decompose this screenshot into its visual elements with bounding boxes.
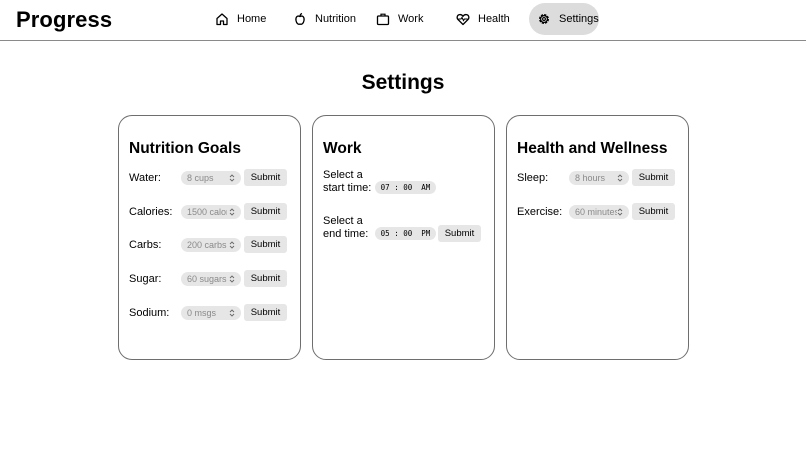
card-title-nutrition: Nutrition Goals [129, 140, 241, 157]
carbs-placeholder: 200 carbs [187, 240, 227, 250]
nav-item-work[interactable]: Work [368, 3, 431, 35]
calories-placeholder: 1500 calories [187, 207, 227, 217]
sugar-placeholder: 60 sugars [187, 274, 227, 284]
exercise-submit-button[interactable]: Submit [632, 203, 675, 220]
spinner-icon[interactable] [617, 172, 623, 184]
gear-icon [537, 12, 551, 26]
home-icon [215, 12, 229, 26]
work-card: Work Select a start time: 07 : 00 AM Sel… [312, 115, 495, 360]
spinner-icon[interactable] [229, 307, 235, 319]
calories-label: Calories: [129, 206, 173, 218]
nav-item-nutrition[interactable]: Nutrition [285, 3, 364, 35]
nav-label-settings: Settings [559, 13, 599, 25]
sleep-label: Sleep: [517, 172, 549, 184]
exercise-input[interactable]: 60 minutes [569, 205, 629, 219]
nav-label-work: Work [398, 13, 424, 25]
heart-pulse-icon [456, 12, 470, 26]
nav-label-health: Health [478, 13, 510, 25]
carbs-label: Carbs: [129, 239, 162, 251]
top-navbar: Progress Home Nutrition Work Health Sett… [0, 0, 806, 41]
calories-input[interactable]: 1500 calories [181, 205, 241, 219]
sugar-label: Sugar: [129, 273, 162, 285]
nav-label-home: Home [237, 13, 267, 25]
spinner-icon[interactable] [229, 239, 235, 251]
sugar-input[interactable]: 60 sugars [181, 272, 241, 286]
end-time-label: Select a end time: [323, 215, 368, 241]
nav-item-home[interactable]: Home [207, 3, 274, 35]
exercise-placeholder: 60 minutes [575, 207, 617, 217]
card-title-health: Health and Wellness [517, 140, 668, 157]
page-title: Settings [361, 71, 445, 94]
sugar-submit-button[interactable]: Submit [244, 270, 287, 287]
start-time-label-line2: start time: [323, 182, 372, 194]
nav-item-settings[interactable]: Settings [529, 3, 599, 35]
spinner-icon[interactable] [229, 206, 235, 218]
brand-logo-text: Progress [16, 7, 113, 32]
apple-icon [293, 12, 307, 26]
work-submit-button[interactable]: Submit [438, 225, 481, 242]
start-time-label-line1: Select a [323, 169, 363, 181]
sleep-placeholder: 8 hours [575, 173, 606, 183]
card-title-work: Work [323, 140, 362, 157]
water-label: Water: [129, 172, 161, 184]
spinner-icon[interactable] [229, 172, 235, 184]
calories-submit-button[interactable]: Submit [244, 203, 287, 220]
sleep-submit-button[interactable]: Submit [632, 169, 675, 186]
sodium-input[interactable]: 0 msgs [181, 306, 241, 320]
end-time-label-line1: Select a [323, 215, 363, 227]
water-submit-button[interactable]: Submit [244, 169, 287, 186]
sodium-label: Sodium: [129, 307, 170, 319]
spinner-icon[interactable] [229, 273, 235, 285]
carbs-input[interactable]: 200 carbs [181, 238, 241, 252]
end-time-label-line2: end time: [323, 228, 369, 240]
carbs-submit-button[interactable]: Submit [244, 236, 287, 253]
health-wellness-card: Health and Wellness Sleep: 8 hours Submi… [506, 115, 689, 360]
briefcase-icon [376, 12, 390, 26]
start-time-input[interactable]: 07 : 00 AM [375, 181, 436, 194]
spinner-icon[interactable] [617, 206, 623, 218]
end-time-input[interactable]: 05 : 00 PM [375, 227, 436, 240]
sodium-placeholder: 0 msgs [187, 308, 217, 318]
sodium-submit-button[interactable]: Submit [244, 304, 287, 321]
nav-label-nutrition: Nutrition [315, 13, 356, 25]
nutrition-goals-card: Nutrition Goals Water: 8 cups Submit Cal… [118, 115, 301, 360]
start-time-label: Select a start time: [323, 169, 371, 195]
water-placeholder: 8 cups [187, 173, 214, 183]
water-input[interactable]: 8 cups [181, 171, 241, 185]
nav-item-health[interactable]: Health [448, 3, 518, 35]
sleep-input[interactable]: 8 hours [569, 171, 629, 185]
exercise-label: Exercise: [517, 206, 563, 218]
